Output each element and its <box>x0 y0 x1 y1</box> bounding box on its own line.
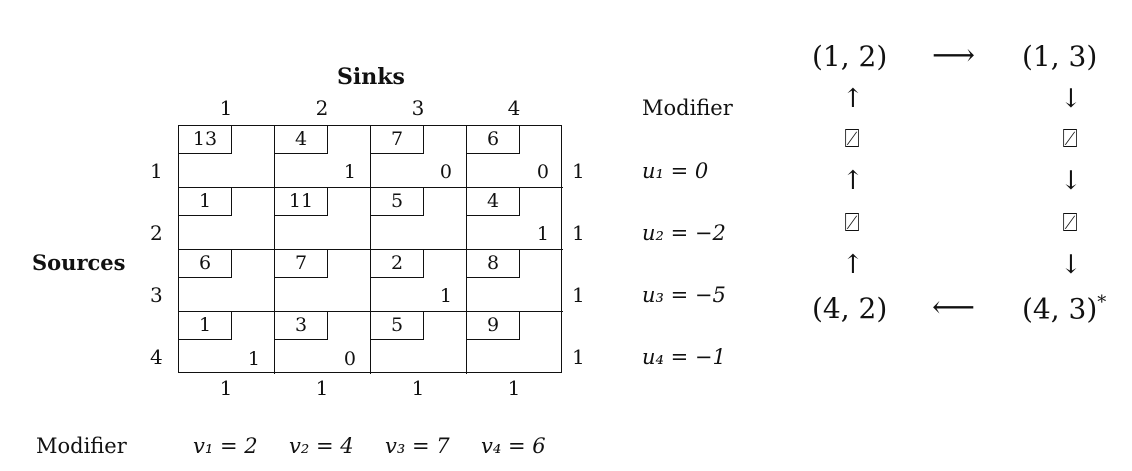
crossed-box-icon: ⍁ <box>844 124 860 154</box>
sink-header: 1 <box>219 96 233 120</box>
row-modifier: u₁ = 0 <box>642 159 709 183</box>
crossed-box-icon: ⍁ <box>844 208 860 238</box>
arrow-up-icon: ↑ <box>842 84 864 114</box>
arrow-up-icon: ↑ <box>842 250 864 280</box>
tableau-cell: 5 <box>371 312 467 374</box>
arrow-down-icon: ↓ <box>1060 250 1082 280</box>
tableau-cell: 4 1 <box>275 126 371 188</box>
cost-box: 4 <box>275 126 328 154</box>
tableau-cell: 1 1 <box>179 312 275 374</box>
cost-box: 3 <box>275 312 328 340</box>
tableau-cell: 8 <box>467 250 563 312</box>
tableau-cell: 7 0 <box>371 126 467 188</box>
allocation-value: 0 <box>536 161 549 183</box>
loop-node-bottom-right: (4, 3)* <box>1022 292 1106 325</box>
sinks-title: Sinks <box>337 64 405 90</box>
allocation-value: 1 <box>439 285 452 307</box>
cost-box: 11 <box>275 188 328 216</box>
tableau-cell: 1 <box>179 188 275 250</box>
tableau-cell: 6 0 <box>467 126 563 188</box>
col-modifier: v₁ = 2 <box>193 434 258 458</box>
loop-node-bottom-right-label: (4, 3) <box>1022 292 1098 326</box>
arrow-down-icon: ↓ <box>1060 84 1082 114</box>
cost-box: 6 <box>467 126 520 154</box>
bottom-modifier-title: Modifier <box>36 434 127 458</box>
demand-value: 1 <box>411 376 425 400</box>
allocation-value: 1 <box>343 161 356 183</box>
cost-box: 4 <box>467 188 520 216</box>
source-header: 4 <box>150 345 163 369</box>
demand-value: 1 <box>507 376 521 400</box>
tableau-cell: 11 <box>275 188 371 250</box>
loop-node-top-right: (1, 3) <box>1022 40 1098 73</box>
cost-box: 5 <box>371 312 424 340</box>
cost-box: 9 <box>467 312 520 340</box>
col-modifier: v₂ = 4 <box>289 434 354 458</box>
supply-value: 1 <box>572 283 585 307</box>
source-header: 1 <box>150 159 163 183</box>
col-modifier: v₄ = 6 <box>481 434 546 458</box>
source-header: 3 <box>150 283 163 307</box>
entering-cell-mark: * <box>1097 292 1107 313</box>
tableau-cell: 3 0 <box>275 312 371 374</box>
demand-value: 1 <box>315 376 329 400</box>
source-header: 2 <box>150 221 163 245</box>
arrow-right-icon: ⟶ <box>932 38 976 73</box>
crossed-box-icon: ⍁ <box>1062 208 1078 238</box>
crossed-box-icon: ⍁ <box>1062 124 1078 154</box>
loop-node-top-left: (1, 2) <box>812 40 888 73</box>
tableau-cell: 2 1 <box>371 250 467 312</box>
sink-header: 2 <box>315 96 329 120</box>
supply-value: 1 <box>572 221 585 245</box>
row-modifier: u₂ = −2 <box>642 221 726 245</box>
sink-header: 3 <box>411 96 425 120</box>
allocation-value: 1 <box>536 223 549 245</box>
cost-box: 8 <box>467 250 520 278</box>
cost-box: 2 <box>371 250 424 278</box>
tableau-cell: 6 <box>179 250 275 312</box>
row-modifier: u₃ = −5 <box>642 283 726 307</box>
arrow-up-icon: ↑ <box>842 166 864 196</box>
tableau-cell: 13 <box>179 126 275 188</box>
tableau-cell: 9 <box>467 312 563 374</box>
cost-box: 1 <box>179 312 232 340</box>
cost-box: 6 <box>179 250 232 278</box>
loop-node-bottom-left: (4, 2) <box>812 292 888 325</box>
allocation-value: 0 <box>439 161 452 183</box>
tableau-cell: 5 <box>371 188 467 250</box>
sink-header: 4 <box>507 96 521 120</box>
cost-box: 7 <box>275 250 328 278</box>
arrow-left-icon: ⟵ <box>932 290 976 325</box>
allocation-value: 1 <box>247 348 260 370</box>
tableau-cell: 7 <box>275 250 371 312</box>
transportation-tableau: 13 4 1 7 0 6 0 1 11 5 4 1 6 7 2 1 8 1 1 … <box>178 125 563 374</box>
cost-box: 13 <box>179 126 232 154</box>
demand-value: 1 <box>219 376 233 400</box>
sources-title: Sources <box>32 250 126 275</box>
modifier-title: Modifier <box>642 96 733 120</box>
arrow-down-icon: ↓ <box>1060 166 1082 196</box>
allocation-value: 0 <box>343 348 356 370</box>
cost-box: 1 <box>179 188 232 216</box>
supply-value: 1 <box>572 345 585 369</box>
row-modifier: u₄ = −1 <box>642 345 726 369</box>
cost-box: 7 <box>371 126 424 154</box>
col-modifier: v₃ = 7 <box>385 434 450 458</box>
supply-value: 1 <box>572 159 585 183</box>
cost-box: 5 <box>371 188 424 216</box>
tableau-cell: 4 1 <box>467 188 563 250</box>
